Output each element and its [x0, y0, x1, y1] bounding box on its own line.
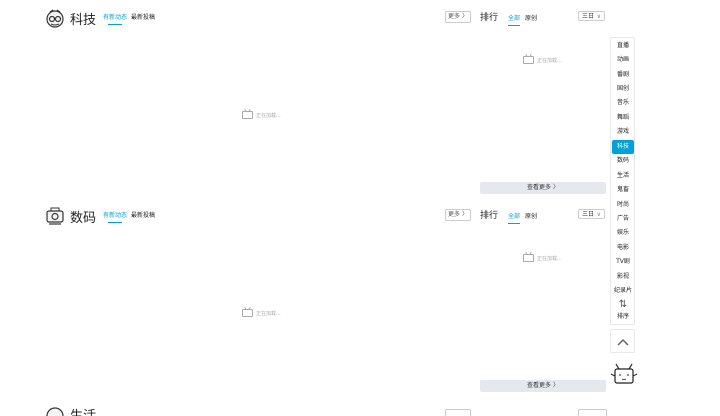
loading-text: 正在加载...	[537, 57, 562, 64]
section-tech: 科技 有新动态 最新投稿 更多 〉 排行 全部 原创 三日 ∨ 正在加载... 正…	[0, 8, 610, 206]
range-select[interactable]	[578, 409, 607, 416]
nav-item-dance[interactable]: 舞蹈	[612, 111, 634, 125]
rank-tab-all[interactable]: 全部	[508, 13, 521, 26]
loading-text: 正在加载...	[256, 310, 281, 317]
see-more-button[interactable]: 查看更多 〉	[480, 380, 606, 392]
nav-item-digital[interactable]: 数码	[612, 154, 634, 168]
chevron-up-icon	[616, 338, 629, 346]
range-select[interactable]: 三日 ∨	[578, 209, 605, 219]
chevron-down-icon: ∨	[596, 211, 601, 218]
rank-tab-all[interactable]: 全部	[508, 211, 521, 224]
range-select[interactable]: 三日 ∨	[578, 11, 605, 21]
section-title[interactable]: 数码	[70, 207, 96, 226]
rank-tab-original[interactable]: 原创	[525, 211, 537, 220]
nav-item-film-tv[interactable]: 影视	[612, 270, 634, 284]
tv-icon	[242, 309, 253, 317]
sort-arrows-icon: ⇅	[618, 299, 628, 310]
nav-item-bangumi[interactable]: 番剧	[612, 68, 634, 82]
chevron-right-icon: 〉	[461, 13, 468, 20]
nav-item-game[interactable]: 游戏	[612, 125, 634, 139]
more-button[interactable]	[445, 409, 471, 416]
section-title[interactable]: 生活	[70, 405, 96, 416]
more-button[interactable]: 更多 〉	[445, 11, 471, 23]
more-button[interactable]: 更多 〉	[445, 209, 471, 221]
nav-item-guochuang[interactable]: 国创	[612, 82, 634, 96]
see-more-label: 查看更多	[527, 382, 552, 389]
life-channel-icon	[46, 407, 64, 416]
loading-indicator: 正在加载...	[242, 111, 281, 119]
nav-item-music[interactable]: 音乐	[612, 96, 634, 110]
nav-item-tech[interactable]: 科技	[612, 140, 634, 154]
rank-title: 排行	[480, 211, 499, 221]
tv-icon	[523, 56, 534, 64]
nav-item-anime[interactable]: 动画	[612, 53, 634, 67]
sort-button[interactable]: ⇅ 排序	[612, 297, 634, 323]
tab-latest-activity[interactable]: 有新动态	[103, 210, 127, 223]
see-more-button[interactable]: 查看更多 〉	[480, 182, 606, 194]
side-navigation: 直播 动画 番剧 国创 音乐 舞蹈 游戏 科技 数码 生活 鬼畜 时尚 广告 娱…	[610, 37, 635, 325]
tab-latest-uploads[interactable]: 最新投稿	[131, 12, 155, 21]
nav-item-ads[interactable]: 广告	[612, 212, 634, 226]
nav-item-kichiku[interactable]: 鬼畜	[612, 183, 634, 197]
section-title[interactable]: 科技	[70, 9, 96, 28]
tech-channel-icon	[46, 9, 64, 28]
nav-item-life[interactable]: 生活	[612, 169, 634, 183]
chevron-right-icon: 〉	[552, 184, 559, 191]
more-label: 更多	[448, 211, 461, 218]
rank-loading-indicator: 正在加载...	[523, 254, 562, 262]
nav-item-fashion[interactable]: 时尚	[612, 198, 634, 212]
loading-text: 正在加载...	[537, 255, 562, 262]
see-more-label: 查看更多	[527, 184, 552, 191]
nav-item-live[interactable]: 直播	[612, 39, 634, 53]
loading-indicator: 正在加载...	[242, 309, 281, 317]
chevron-right-icon: 〉	[461, 211, 468, 218]
section-digital: 数码 有新动态 最新投稿 更多 〉 排行 全部 原创 三日 ∨ 正在加载... 正…	[0, 206, 610, 404]
rank-title: 排行	[480, 13, 499, 23]
rank-loading-indicator: 正在加载...	[523, 56, 562, 64]
digital-channel-icon	[46, 207, 64, 225]
nav-item-movie[interactable]: 电影	[612, 241, 634, 255]
tv-icon	[242, 111, 253, 119]
section-life: 生活	[0, 405, 610, 416]
tab-latest-uploads[interactable]: 最新投稿	[131, 210, 155, 219]
tv-icon	[523, 254, 534, 262]
nav-item-entertainment[interactable]: 娱乐	[612, 226, 634, 240]
rank-tab-original[interactable]: 原创	[525, 13, 537, 22]
back-to-top-button[interactable]	[610, 329, 635, 353]
chevron-down-icon: ∨	[596, 13, 601, 20]
range-value: 三日	[582, 211, 595, 218]
range-value: 三日	[582, 13, 595, 20]
sort-label: 排序	[616, 313, 629, 320]
tv-mascot-icon[interactable]	[610, 363, 638, 385]
chevron-right-icon: 〉	[552, 382, 559, 389]
loading-text: 正在加载...	[256, 112, 281, 119]
more-label: 更多	[448, 13, 461, 20]
nav-item-tv-drama[interactable]: TV剧	[612, 255, 634, 269]
nav-item-documentary[interactable]: 纪录片	[612, 284, 634, 298]
tab-latest-activity[interactable]: 有新动态	[103, 12, 127, 25]
